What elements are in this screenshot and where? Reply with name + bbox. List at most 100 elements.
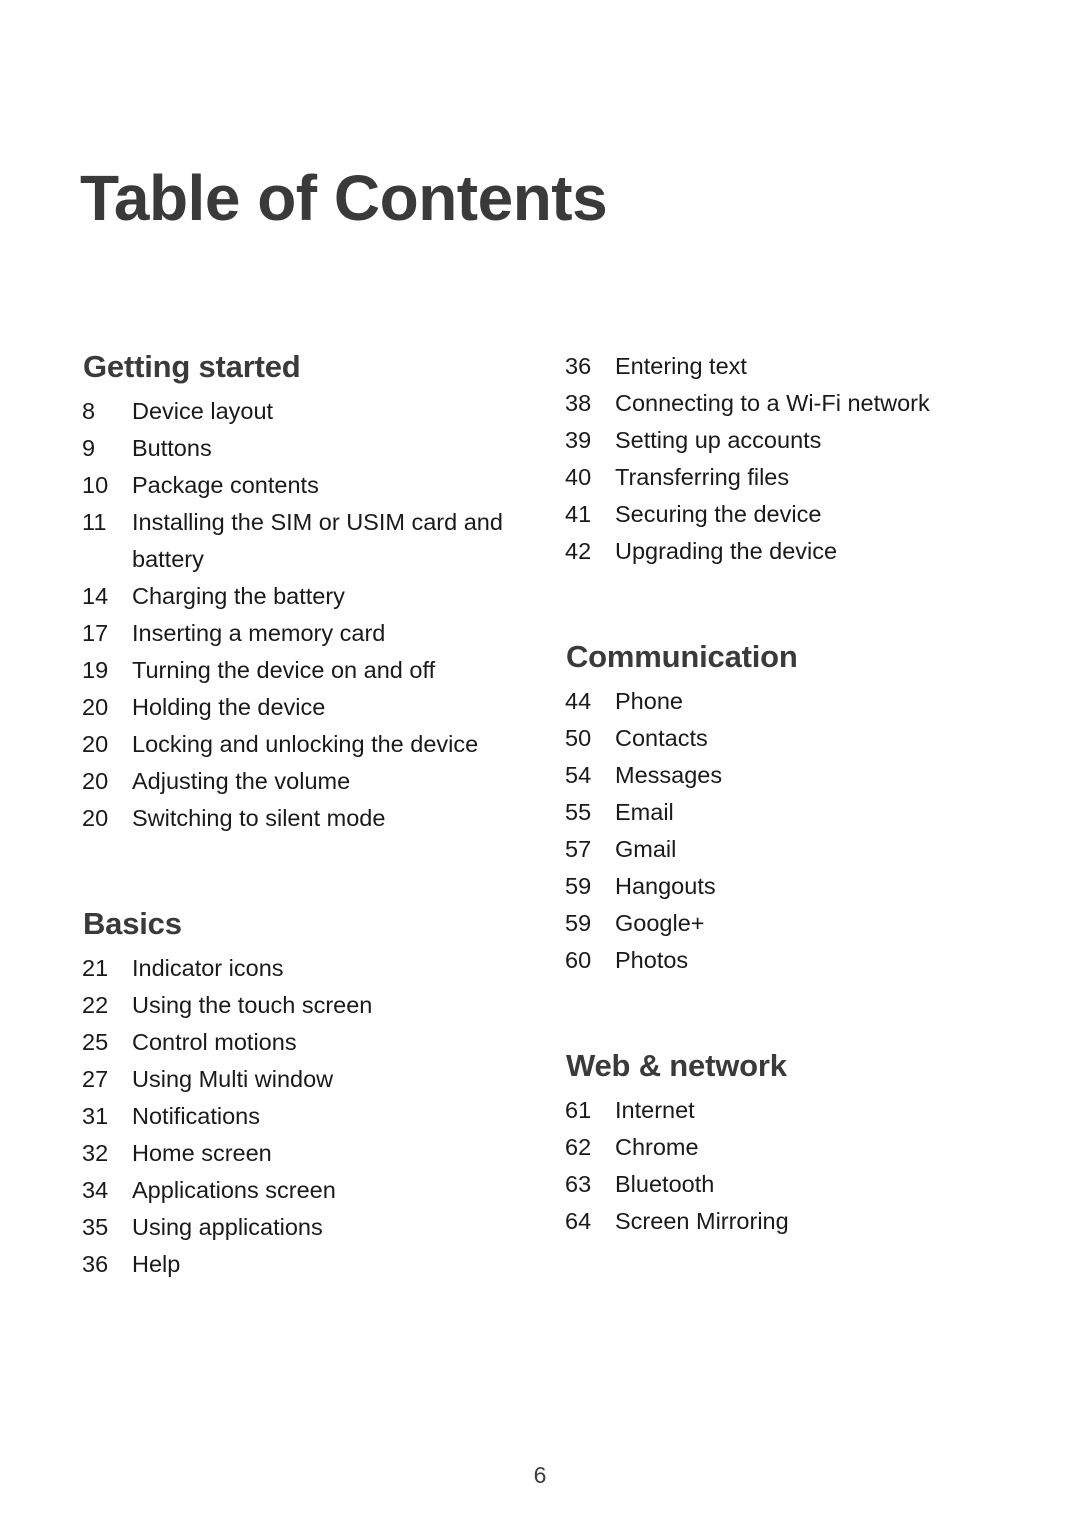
- toc-entry-page-number: 25: [82, 1028, 109, 1055]
- toc-entry-list: 61 Internet 62 Chrome 63 Bluetooth 64 Screen Mi…: [565, 1092, 985, 1240]
- toc-entry[interactable]: 60 Photos: [565, 942, 985, 979]
- toc-entry-title: Using Multi window: [132, 1065, 334, 1092]
- toc-entry-page-number: 35: [82, 1213, 109, 1240]
- toc-entry[interactable]: 39 Setting up accounts: [565, 422, 985, 459]
- toc-entry[interactable]: 55 Email: [565, 794, 985, 831]
- toc-entry[interactable]: 40 Transferring files: [565, 459, 985, 496]
- toc-entry[interactable]: 59 Hangouts: [565, 868, 985, 905]
- toc-entry[interactable]: 14 Charging the battery: [82, 578, 552, 615]
- toc-entry-title: Bluetooth: [615, 1170, 715, 1197]
- toc-entry[interactable]: 20 Adjusting the volume: [82, 763, 552, 800]
- toc-entry-list: 21 Indicator icons 22 Using the touch scree…: [82, 950, 552, 1283]
- toc-entry-title: Switching to silent mode: [132, 804, 386, 831]
- toc-entry-page-number: 64: [565, 1207, 592, 1234]
- toc-entry-list: 44 Phone 50 Contacts 54 Messages 55 Email 57 Gmai…: [565, 683, 985, 979]
- toc-section: Communication 44 Phone 50 Contacts 54 Messages…: [565, 638, 985, 979]
- page-title: Table of Contents: [80, 161, 608, 234]
- toc-entry[interactable]: 25 Control motions: [82, 1024, 552, 1061]
- toc-entry-title: Email: [615, 798, 674, 825]
- toc-section: 36 Entering text 38 Connecting to a Wi-Fi n…: [565, 348, 985, 570]
- toc-entry[interactable]: 41 Securing the device: [565, 496, 985, 533]
- toc-entry-title: Notifications: [132, 1102, 260, 1129]
- toc-entry[interactable]: 38 Connecting to a Wi-Fi network: [565, 385, 985, 422]
- toc-entry[interactable]: 17 Inserting a memory card: [82, 615, 552, 652]
- toc-entry-title: Device layout: [132, 397, 274, 424]
- toc-columns: Getting started 8 Device layout 9 Buttons 10 P…: [0, 348, 1080, 1283]
- toc-entry-title: Screen Mirroring: [615, 1207, 789, 1234]
- toc-entry-title: Help: [132, 1250, 181, 1277]
- toc-entry[interactable]: 9 Buttons: [82, 430, 552, 467]
- toc-entry[interactable]: 22 Using the touch screen: [82, 987, 552, 1024]
- toc-entry-title: Charging the battery: [132, 582, 345, 609]
- toc-entry[interactable]: 59 Google+: [565, 905, 985, 942]
- toc-entry[interactable]: 20 Switching to silent mode: [82, 800, 552, 837]
- toc-entry-title: Messages: [615, 761, 723, 788]
- toc-section-heading: Basics: [83, 905, 182, 941]
- toc-entry-page-number: 60: [565, 946, 592, 973]
- toc-entry-title: Photos: [615, 946, 689, 973]
- toc-entry-page-number: 38: [565, 390, 592, 416]
- toc-entry-title: Gmail: [615, 835, 677, 862]
- toc-section-heading: Communication: [566, 639, 798, 674]
- toc-entry[interactable]: 36 Help: [82, 1246, 552, 1283]
- toc-entry[interactable]: 8 Device layout: [82, 393, 552, 430]
- toc-entry[interactable]: 11 Installing the SIM or USIM card and ba…: [82, 504, 552, 578]
- toc-entry[interactable]: 20 Locking and unlocking the device: [82, 726, 552, 763]
- toc-entry-page-number: 31: [82, 1102, 109, 1129]
- toc-entry-page-number: 20: [82, 693, 109, 720]
- toc-entry-page-number: 36: [82, 1250, 109, 1277]
- toc-entry-title: Holding the device: [132, 693, 326, 720]
- toc-entry-page-number: 20: [82, 767, 109, 794]
- toc-entry[interactable]: 42 Upgrading the device: [565, 533, 985, 570]
- toc-entry[interactable]: 57 Gmail: [565, 831, 985, 868]
- toc-section: Getting started 8 Device layout 9 Buttons 10 P…: [82, 348, 552, 837]
- toc-entry[interactable]: 63 Bluetooth: [565, 1166, 985, 1203]
- toc-entry[interactable]: 64 Screen Mirroring: [565, 1203, 985, 1240]
- toc-entry-title: Locking and unlocking the device: [132, 730, 479, 757]
- toc-entry-page-number: 32: [82, 1139, 109, 1166]
- toc-entry-title: Indicator icons: [132, 954, 284, 981]
- toc-entry-page-number: 9: [82, 434, 96, 461]
- toc-entry[interactable]: 62 Chrome: [565, 1129, 985, 1166]
- toc-entry-title: Google+: [615, 909, 705, 936]
- toc-entry[interactable]: 27 Using Multi window: [82, 1061, 552, 1098]
- toc-entry[interactable]: 21 Indicator icons: [82, 950, 552, 987]
- toc-entry[interactable]: 10 Package contents: [82, 467, 552, 504]
- toc-entry-title: Chrome: [615, 1133, 699, 1160]
- toc-entry[interactable]: 34 Applications screen: [82, 1172, 552, 1209]
- toc-entry-page-number: 8: [82, 397, 96, 424]
- toc-entry-title: Entering text: [615, 353, 747, 379]
- toc-entry-title: Control motions: [132, 1028, 297, 1055]
- toc-entry[interactable]: 36 Entering text: [565, 348, 985, 385]
- toc-entry-page-number: 20: [82, 730, 109, 757]
- toc-entry-title: Buttons: [132, 434, 212, 461]
- toc-entry-title: Adjusting the volume: [132, 767, 351, 794]
- toc-entry-page-number: 14: [82, 582, 109, 609]
- toc-entry[interactable]: 19 Turning the device on and off: [82, 652, 552, 689]
- toc-entry[interactable]: 31 Notifications: [82, 1098, 552, 1135]
- toc-entry[interactable]: 61 Internet: [565, 1092, 985, 1129]
- toc-entry-page-number: 62: [565, 1133, 592, 1160]
- toc-entry-title: Installing the SIM or USIM card and batt…: [132, 508, 503, 572]
- toc-entry[interactable]: 32 Home screen: [82, 1135, 552, 1172]
- toc-entry-title: Connecting to a Wi-Fi network: [615, 390, 930, 416]
- toc-entry[interactable]: 44 Phone: [565, 683, 985, 720]
- toc-entry[interactable]: 20 Holding the device: [82, 689, 552, 726]
- toc-entry-page-number: 19: [82, 656, 109, 683]
- toc-entry-title: Setting up accounts: [615, 427, 822, 453]
- toc-entry-list: 8 Device layout 9 Buttons 10 Package contents…: [82, 393, 552, 837]
- toc-column-left: Getting started 8 Device layout 9 Buttons 10 P…: [82, 348, 552, 1283]
- page-number: 6: [533, 1462, 547, 1488]
- toc-entry-page-number: 44: [565, 687, 592, 714]
- toc-entry-page-number: 22: [82, 991, 109, 1018]
- toc-entry[interactable]: 50 Contacts: [565, 720, 985, 757]
- toc-entry-page-number: 20: [82, 804, 109, 831]
- toc-entry-title: Turning the device on and off: [132, 656, 436, 683]
- toc-entry[interactable]: 54 Messages: [565, 757, 985, 794]
- toc-entry-page-number: 55: [565, 798, 592, 825]
- toc-entry-page-number: 34: [82, 1176, 109, 1203]
- toc-entry-page-number: 59: [565, 909, 592, 936]
- toc-entry[interactable]: 35 Using applications: [82, 1209, 552, 1246]
- toc-entry-page-number: 36: [565, 353, 592, 379]
- toc-section: Basics 21 Indicator icons 22 Using the touch…: [82, 905, 552, 1283]
